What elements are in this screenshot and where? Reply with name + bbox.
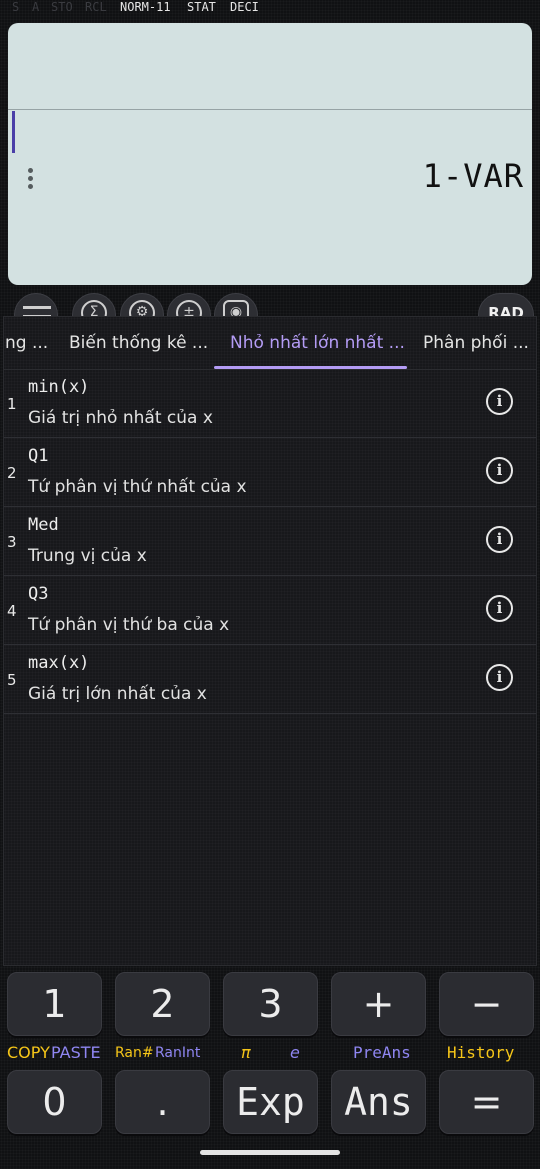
shift-label-ran: Ran# xyxy=(115,1045,154,1061)
item-number: 4 xyxy=(7,602,17,620)
info-icon[interactable]: i xyxy=(486,664,513,691)
category-tabs: ng ... Biến thống kê ... Nhỏ nhất lớn nh… xyxy=(4,317,536,370)
shift-label-copy: COPY xyxy=(7,1043,50,1062)
tab-statistic-variables[interactable]: Biến thống kê ... xyxy=(69,333,208,353)
key-0[interactable]: 0 xyxy=(7,1070,102,1134)
status-bar: S A STO RCL NORM-11 STAT DECI xyxy=(0,0,540,16)
indicator-norm: NORM-11 xyxy=(120,0,171,14)
item-function: max(x) xyxy=(28,653,90,673)
shift-label-paste: PASTE xyxy=(51,1043,101,1062)
key-exp[interactable]: Exp xyxy=(223,1070,318,1134)
shift-label-preans: PreAns xyxy=(353,1043,411,1062)
tab-min-max[interactable]: Nhỏ nhất lớn nhất ... xyxy=(230,333,405,353)
key-ans[interactable]: Ans xyxy=(331,1070,426,1134)
plus-minus-button[interactable]: ± xyxy=(167,293,211,318)
calculator-display[interactable]: 1-VAR xyxy=(8,23,532,285)
settings-button[interactable]: ⚙ xyxy=(120,293,164,318)
shift-label-ranint: RanInt xyxy=(155,1045,201,1061)
home-indicator[interactable] xyxy=(200,1150,340,1155)
item-function: Q3 xyxy=(28,584,49,604)
list-item[interactable]: 3 Med Trung vị của x i xyxy=(4,507,536,576)
more-options-icon[interactable] xyxy=(26,168,34,194)
key-decimal-point[interactable]: . xyxy=(115,1070,210,1134)
list-item[interactable]: 2 Q1 Tứ phân vị thứ nhất của x i xyxy=(4,438,536,507)
indicator-alpha: A xyxy=(32,0,40,14)
indicator-shift: S xyxy=(12,0,20,14)
info-icon[interactable]: i xyxy=(486,457,513,484)
key-3[interactable]: 3 xyxy=(223,972,318,1036)
item-number: 3 xyxy=(7,533,17,551)
item-description: Tứ phân vị thứ nhất của x xyxy=(28,477,247,497)
item-function: Q1 xyxy=(28,446,49,466)
item-description: Giá trị nhỏ nhất của x xyxy=(28,408,213,428)
key-plus[interactable]: + xyxy=(331,972,426,1036)
item-number: 1 xyxy=(7,395,17,413)
item-description: Trung vị của x xyxy=(28,546,147,566)
shift-label-e: e xyxy=(290,1043,300,1062)
angle-mode-button[interactable]: RAD xyxy=(478,293,534,318)
list-item[interactable]: 1 min(x) Giá trị nhỏ nhất của x i xyxy=(4,369,536,438)
item-description: Tứ phân vị thứ ba của x xyxy=(28,615,230,635)
indicator-stat: STAT xyxy=(187,0,216,14)
statistics-button[interactable]: Σ xyxy=(72,293,116,318)
list-item[interactable]: 4 Q3 Tứ phân vị thứ ba của x i xyxy=(4,576,536,645)
key-1[interactable]: 1 xyxy=(7,972,102,1036)
toolbar: Σ ⚙ ± ◉ RAD xyxy=(0,288,540,318)
input-cursor xyxy=(12,111,15,153)
display-divider xyxy=(8,109,532,110)
info-icon[interactable]: i xyxy=(486,388,513,415)
item-number: 2 xyxy=(7,464,17,482)
indicator-sto: STO xyxy=(51,0,73,14)
list-item[interactable]: 5 max(x) Giá trị lớn nhất của x i xyxy=(4,645,536,714)
info-icon[interactable]: i xyxy=(486,526,513,553)
key-2[interactable]: 2 xyxy=(115,972,210,1036)
tab-distribution[interactable]: Phân phối ... xyxy=(423,333,529,353)
catalog-panel: ng ... Biến thống kê ... Nhỏ nhất lớn nh… xyxy=(3,316,537,966)
camera-button[interactable]: ◉ xyxy=(214,293,258,318)
info-icon[interactable]: i xyxy=(486,595,513,622)
key-equals[interactable]: = xyxy=(439,1070,534,1134)
item-description: Giá trị lớn nhất của x xyxy=(28,684,207,704)
indicator-deci: DECI xyxy=(230,0,259,14)
item-function: Med xyxy=(28,515,59,535)
tab-previous[interactable]: ng ... xyxy=(5,333,48,353)
item-number: 5 xyxy=(7,671,17,689)
shift-label-pi: π xyxy=(241,1043,251,1062)
display-result: 1-VAR xyxy=(422,157,524,195)
indicator-rcl: RCL xyxy=(85,0,107,14)
menu-button[interactable] xyxy=(14,293,58,318)
shift-label-history: History xyxy=(447,1043,515,1062)
key-minus[interactable]: − xyxy=(439,972,534,1036)
item-function: min(x) xyxy=(28,377,90,397)
